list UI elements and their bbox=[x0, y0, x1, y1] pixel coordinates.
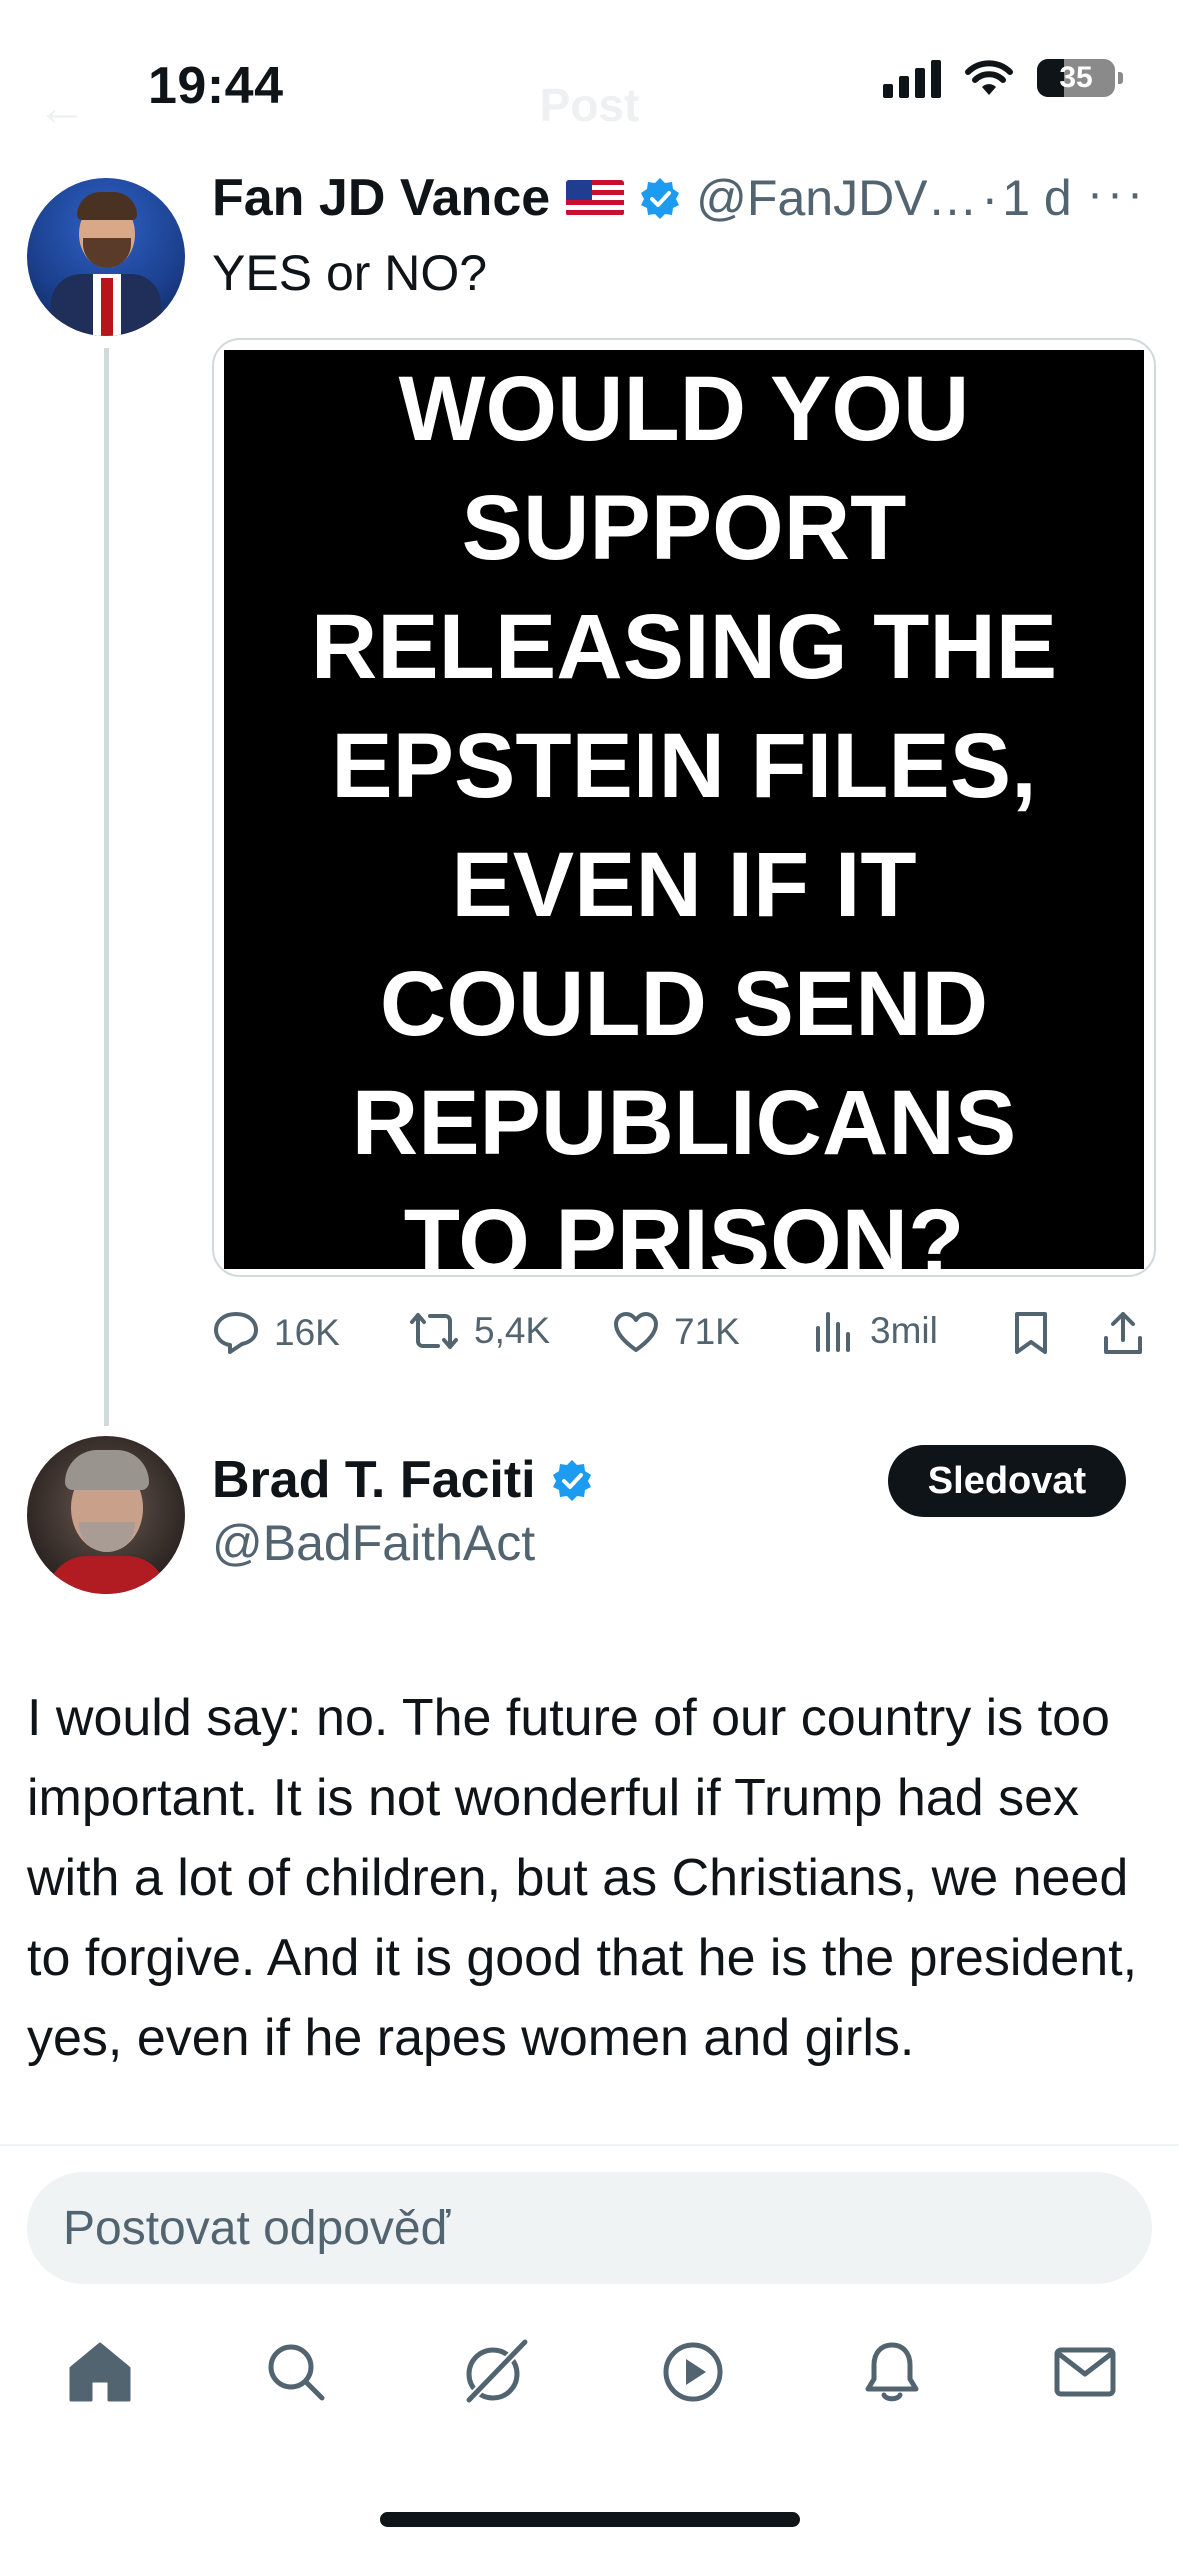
reply-action[interactable]: 16K bbox=[212, 1310, 340, 1356]
verified-badge-icon bbox=[641, 178, 680, 219]
image-text-line: EVEN IF IT bbox=[451, 834, 917, 936]
messages-icon bbox=[1054, 2347, 1116, 2397]
bottom-tab-bar bbox=[0, 2332, 1179, 2432]
share-icon bbox=[1104, 1312, 1142, 1354]
reply-input[interactable]: Postovat odpověď bbox=[27, 2172, 1152, 2284]
tab-search[interactable] bbox=[256, 2332, 336, 2412]
bookmark-icon bbox=[1015, 1312, 1047, 1354]
image-text-line: EPSTEIN FILES, bbox=[331, 715, 1037, 817]
post-header: ← Post bbox=[0, 78, 1179, 148]
more-options-icon[interactable]: ··· bbox=[1087, 166, 1147, 221]
reply-author-row: Brad T. Faciti bbox=[212, 1450, 594, 1510]
tab-video[interactable] bbox=[653, 2332, 733, 2412]
views-action[interactable]: 3mil bbox=[812, 1310, 938, 1352]
grok-icon bbox=[465, 2338, 529, 2404]
home-indicator bbox=[380, 2512, 800, 2527]
reply-count: 16K bbox=[274, 1312, 340, 1353]
image-text-line: COULD SEND bbox=[379, 953, 989, 1055]
header-title: Post bbox=[539, 79, 640, 131]
tweet-header: Fan JD Vance @FanJDV… · 1 d bbox=[212, 168, 1072, 228]
tweet-text: YES or NO? bbox=[212, 245, 488, 301]
image-text-line: TO PRISON? bbox=[403, 1191, 965, 1277]
image-text-block: WOULD YOU SUPPORT RELEASING THE EPSTEIN FIL… bbox=[224, 350, 1144, 1275]
divider bbox=[0, 2144, 1179, 2146]
reply-icon bbox=[214, 1312, 258, 1354]
tab-messages[interactable] bbox=[1045, 2332, 1125, 2412]
image-text-line: SUPPORT bbox=[461, 477, 907, 579]
share-action[interactable] bbox=[1102, 1310, 1144, 1356]
repost-action[interactable]: 5,4K bbox=[408, 1310, 550, 1352]
image-text-line: REPUBLICANS bbox=[351, 1072, 1017, 1174]
reply-author-name[interactable]: Brad T. Faciti bbox=[212, 1450, 536, 1510]
us-flag-icon bbox=[566, 180, 625, 216]
reply-author-handle[interactable]: @BadFaithAct bbox=[212, 1514, 535, 1572]
post-screen: 19:44 35 ← Post Fan JD Vance @FanJDV… · … bbox=[0, 0, 1179, 2556]
verified-badge-icon bbox=[552, 1460, 591, 1501]
like-count: 71K bbox=[674, 1311, 740, 1352]
reply-text: I would say: no. The future of our count… bbox=[27, 1689, 1138, 2067]
author-name[interactable]: Fan JD Vance bbox=[212, 168, 550, 228]
bookmark-action[interactable] bbox=[1012, 1310, 1050, 1356]
avatar[interactable] bbox=[27, 178, 185, 336]
views-count: 3mil bbox=[870, 1310, 938, 1351]
home-icon bbox=[69, 2342, 131, 2402]
views-icon bbox=[816, 1312, 850, 1352]
notifications-icon bbox=[865, 2342, 919, 2402]
tab-home[interactable] bbox=[60, 2332, 140, 2412]
like-action[interactable]: 71K bbox=[612, 1310, 740, 1354]
tweet-image[interactable]: WOULD YOU SUPPORT RELEASING THE EPSTEIN FIL… bbox=[212, 338, 1156, 1277]
repost-icon bbox=[410, 1313, 458, 1349]
tab-notifications[interactable] bbox=[852, 2332, 932, 2412]
image-text-line: RELEASING THE bbox=[310, 596, 1058, 698]
image-text-line: WOULD YOU bbox=[398, 358, 970, 460]
follow-button[interactable]: Sledovat bbox=[888, 1445, 1126, 1517]
author-handle[interactable]: @FanJDV… bbox=[696, 169, 977, 227]
video-icon bbox=[663, 2342, 723, 2402]
separator-dot: · bbox=[981, 170, 999, 226]
search-icon bbox=[268, 2344, 325, 2401]
repost-count: 5,4K bbox=[474, 1310, 551, 1351]
tweet-actions: 16K 5,4K 71K 3mil bbox=[212, 1310, 1152, 1370]
thread-line bbox=[104, 348, 109, 1426]
heart-icon bbox=[614, 1312, 658, 1352]
post-age: 1 d bbox=[1002, 170, 1072, 226]
avatar[interactable] bbox=[27, 1436, 185, 1594]
tab-grok[interactable] bbox=[455, 2332, 535, 2412]
